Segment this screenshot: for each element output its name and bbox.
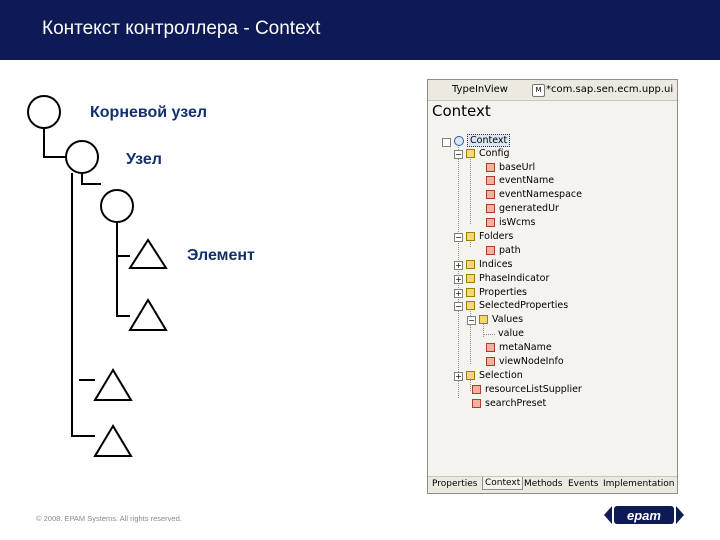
tree-item-folders[interactable]: Folders: [466, 230, 513, 243]
bottom-tab-bar: Properties Context Methods Events Implem…: [428, 476, 677, 493]
element-label: Элемент: [187, 247, 255, 264]
expand-icon[interactable]: +: [454, 261, 463, 270]
collapse-icon[interactable]: −: [454, 233, 463, 242]
tree-item-phaseindicator[interactable]: PhaseIndicator: [466, 272, 549, 285]
element-triangle-1: [128, 238, 168, 269]
tree-item-values[interactable]: Values: [479, 313, 523, 326]
module-icon: M: [532, 84, 545, 97]
node-icon: [466, 274, 475, 283]
tree-diagram-graphic: [27, 95, 168, 457]
connector-node-child: [71, 173, 101, 185]
tree-item-viewnodeinfo[interactable]: viewNodeInfo: [486, 355, 564, 368]
tree-item-resourcelistsupplier[interactable]: resourceListSupplier: [472, 383, 582, 396]
context-tree: Context − Config baseUrl eventName event…: [428, 126, 677, 476]
node-circle: [65, 140, 99, 174]
tree-item-selection[interactable]: Selection: [466, 369, 523, 382]
svg-text:epam: epam: [627, 508, 661, 523]
attribute-icon: [486, 218, 495, 227]
tab-module[interactable]: *com.sap.sen.ecm.upp.ui: [546, 84, 673, 95]
tab-methods[interactable]: Methods: [524, 479, 562, 489]
node-icon: [466, 371, 475, 380]
expand-icon[interactable]: +: [454, 275, 463, 284]
collapse-icon[interactable]: −: [467, 316, 476, 325]
node-icon: [466, 301, 475, 310]
element-triangle-3: [93, 368, 133, 401]
child-node-circle: [100, 189, 134, 223]
attribute-icon: [472, 385, 481, 394]
attribute-icon: [472, 399, 481, 408]
tree-item-searchpreset[interactable]: searchPreset: [472, 397, 546, 410]
root-checkbox[interactable]: [442, 138, 451, 147]
expand-icon[interactable]: +: [454, 289, 463, 298]
connector-child-element1: [116, 222, 130, 257]
tab-properties[interactable]: Properties: [432, 479, 477, 489]
attribute-icon: [486, 357, 495, 366]
node-icon: [466, 260, 475, 269]
expand-icon[interactable]: +: [454, 372, 463, 381]
tab-context[interactable]: Context: [482, 477, 524, 490]
root-node-circle: [27, 95, 61, 129]
tab-implementation[interactable]: Implementation: [603, 479, 674, 489]
tree-item-metaname[interactable]: metaName: [486, 341, 552, 354]
tree-item-context[interactable]: Context: [454, 134, 511, 147]
tree-item-generatedur[interactable]: generatedUr: [486, 202, 559, 215]
element-triangle-4: [93, 424, 133, 457]
collapse-icon[interactable]: −: [454, 302, 463, 311]
attribute-icon: [486, 163, 495, 172]
tree-item-selectedproperties[interactable]: SelectedProperties: [466, 299, 568, 312]
attribute-icon: [486, 204, 495, 213]
attribute-icon: [486, 246, 495, 255]
epam-logo: epam: [604, 506, 684, 524]
title-bar: Контекст контроллера - Context: [0, 0, 720, 60]
collapse-icon[interactable]: −: [454, 150, 463, 159]
tree-item-baseurl[interactable]: baseUrl: [486, 161, 535, 174]
tree-item-config[interactable]: Config: [466, 147, 509, 160]
node-icon: [466, 149, 475, 158]
node-icon: [466, 232, 475, 241]
slide-title: Контекст контроллера - Context: [42, 18, 321, 39]
panel-heading: Context: [432, 102, 491, 120]
connector-child-element2: [116, 256, 130, 317]
copyright-notice: © 2008. EPAM Systems. All rights reserve…: [36, 514, 182, 523]
tree-item-indices[interactable]: Indices: [466, 258, 513, 271]
node-icon: [479, 315, 488, 324]
node-icon: [466, 288, 475, 297]
context-panel: TypeInView M *com.sap.sen.ecm.upp.ui Con…: [427, 79, 678, 494]
root-node-label: Корневой узел: [90, 104, 208, 121]
tree-diagram: Корневой узел Узел Элемент: [0, 60, 400, 480]
tree-item-path[interactable]: path: [486, 244, 521, 257]
tree-item-eventnamespace[interactable]: eventNamespace: [486, 188, 582, 201]
tree-item-value[interactable]: value: [498, 327, 524, 340]
attribute-icon: [486, 190, 495, 199]
tab-type-in-view[interactable]: TypeInView: [452, 84, 508, 95]
tree-item-properties[interactable]: Properties: [466, 286, 527, 299]
attribute-icon: [486, 176, 495, 185]
attribute-icon: [486, 343, 495, 352]
connector-root-node: [43, 128, 66, 158]
node-label: Узел: [126, 151, 162, 168]
connector-node-element-lower: [71, 173, 95, 437]
tree-item-eventname[interactable]: eventName: [486, 174, 554, 187]
tree-item-iswcms[interactable]: isWcms: [486, 216, 535, 229]
element-triangle-2: [128, 298, 168, 331]
editor-tab-bar: TypeInView M *com.sap.sen.ecm.upp.ui: [428, 80, 677, 101]
tab-events[interactable]: Events: [568, 479, 598, 489]
context-icon: [454, 135, 464, 146]
